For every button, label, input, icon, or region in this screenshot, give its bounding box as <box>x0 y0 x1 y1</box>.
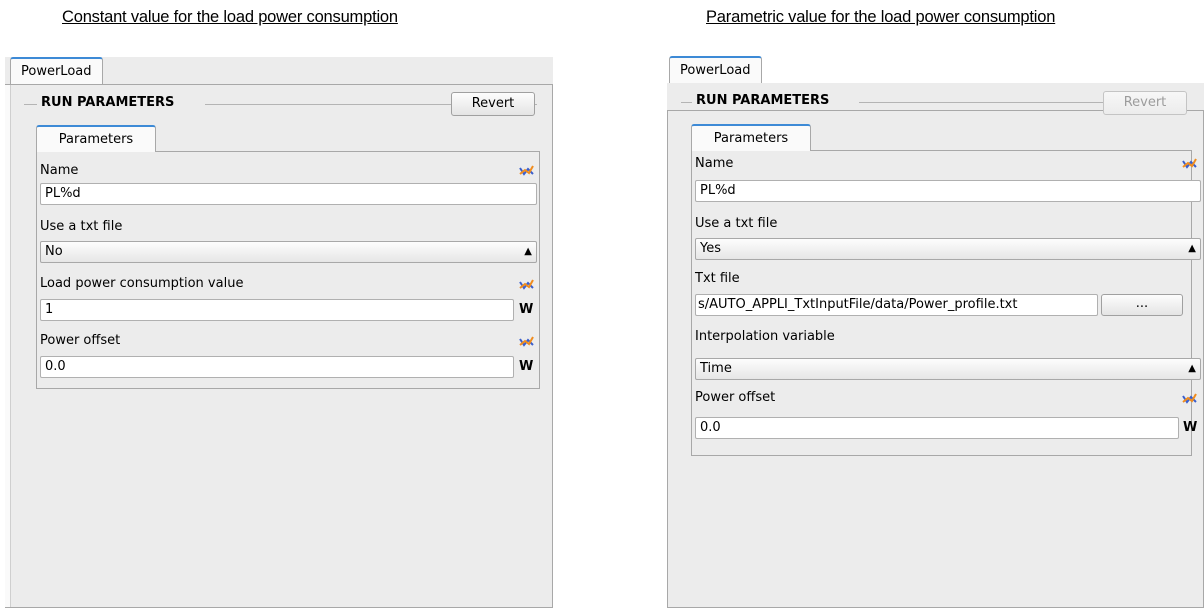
use-txt-select[interactable]: Yes ▲ <box>695 238 1201 260</box>
power-offset-field[interactable]: 0.0 <box>695 417 1179 439</box>
power-offset-label: Power offset <box>40 333 121 348</box>
tab-parameters[interactable]: Parameters <box>36 125 156 152</box>
name-label: Name <box>40 163 79 178</box>
trend-line-icon[interactable] <box>519 164 534 176</box>
use-txt-label: Use a txt file <box>40 219 123 234</box>
trend-line-icon[interactable] <box>1182 157 1197 169</box>
left-panel: PowerLoad RUN PARAMETERS Revert Paramete… <box>5 57 553 608</box>
load-unit: W <box>519 302 534 317</box>
right-panel: PowerLoad RUN PARAMETERS Revert Paramete… <box>667 56 1204 608</box>
txt-file-label: Txt file <box>695 271 740 286</box>
name-field[interactable]: PL%d <box>695 180 1201 202</box>
use-txt-value: No <box>45 244 63 259</box>
browse-button[interactable]: ... <box>1101 294 1183 316</box>
group-title: RUN PARAMETERS <box>37 95 179 110</box>
name-label: Name <box>695 156 734 171</box>
use-txt-value: Yes <box>700 241 721 256</box>
tab-powerload[interactable]: PowerLoad <box>10 57 103 84</box>
use-txt-label: Use a txt file <box>695 216 778 231</box>
group-title: RUN PARAMETERS <box>692 93 834 108</box>
up-down-arrows-icon: ▲ <box>524 246 532 257</box>
trend-line-icon[interactable] <box>519 278 534 290</box>
trend-line-icon[interactable] <box>519 335 534 347</box>
interpolation-value: Time <box>700 361 732 376</box>
trend-line-icon[interactable] <box>1182 392 1197 404</box>
load-value-label: Load power consumption value <box>40 276 244 291</box>
interpolation-select[interactable]: Time ▲ <box>695 358 1201 380</box>
tab-parameters[interactable]: Parameters <box>691 124 811 151</box>
right-caption: Parametric value for the load power cons… <box>706 8 1056 26</box>
power-offset-field[interactable]: 0.0 <box>40 356 514 378</box>
offset-unit: W <box>1183 420 1198 435</box>
interpolation-label: Interpolation variable <box>695 329 835 344</box>
load-value-field[interactable]: 1 <box>40 299 514 321</box>
up-down-arrows-icon: ▲ <box>1188 243 1196 254</box>
up-down-arrows-icon: ▲ <box>1188 363 1196 374</box>
tab-powerload[interactable]: PowerLoad <box>669 56 762 83</box>
revert-button[interactable]: Revert <box>451 92 535 116</box>
offset-unit: W <box>519 359 534 374</box>
name-field[interactable]: PL%d <box>40 183 537 205</box>
panel-gutter <box>5 85 11 608</box>
revert-button[interactable]: Revert <box>1103 91 1187 115</box>
left-caption: Constant value for the load power consum… <box>62 8 398 26</box>
use-txt-select[interactable]: No ▲ <box>40 241 537 263</box>
power-offset-label: Power offset <box>695 390 776 405</box>
txt-file-field[interactable]: s/AUTO_APPLI_TxtInputFile/data/Power_pro… <box>695 294 1098 316</box>
